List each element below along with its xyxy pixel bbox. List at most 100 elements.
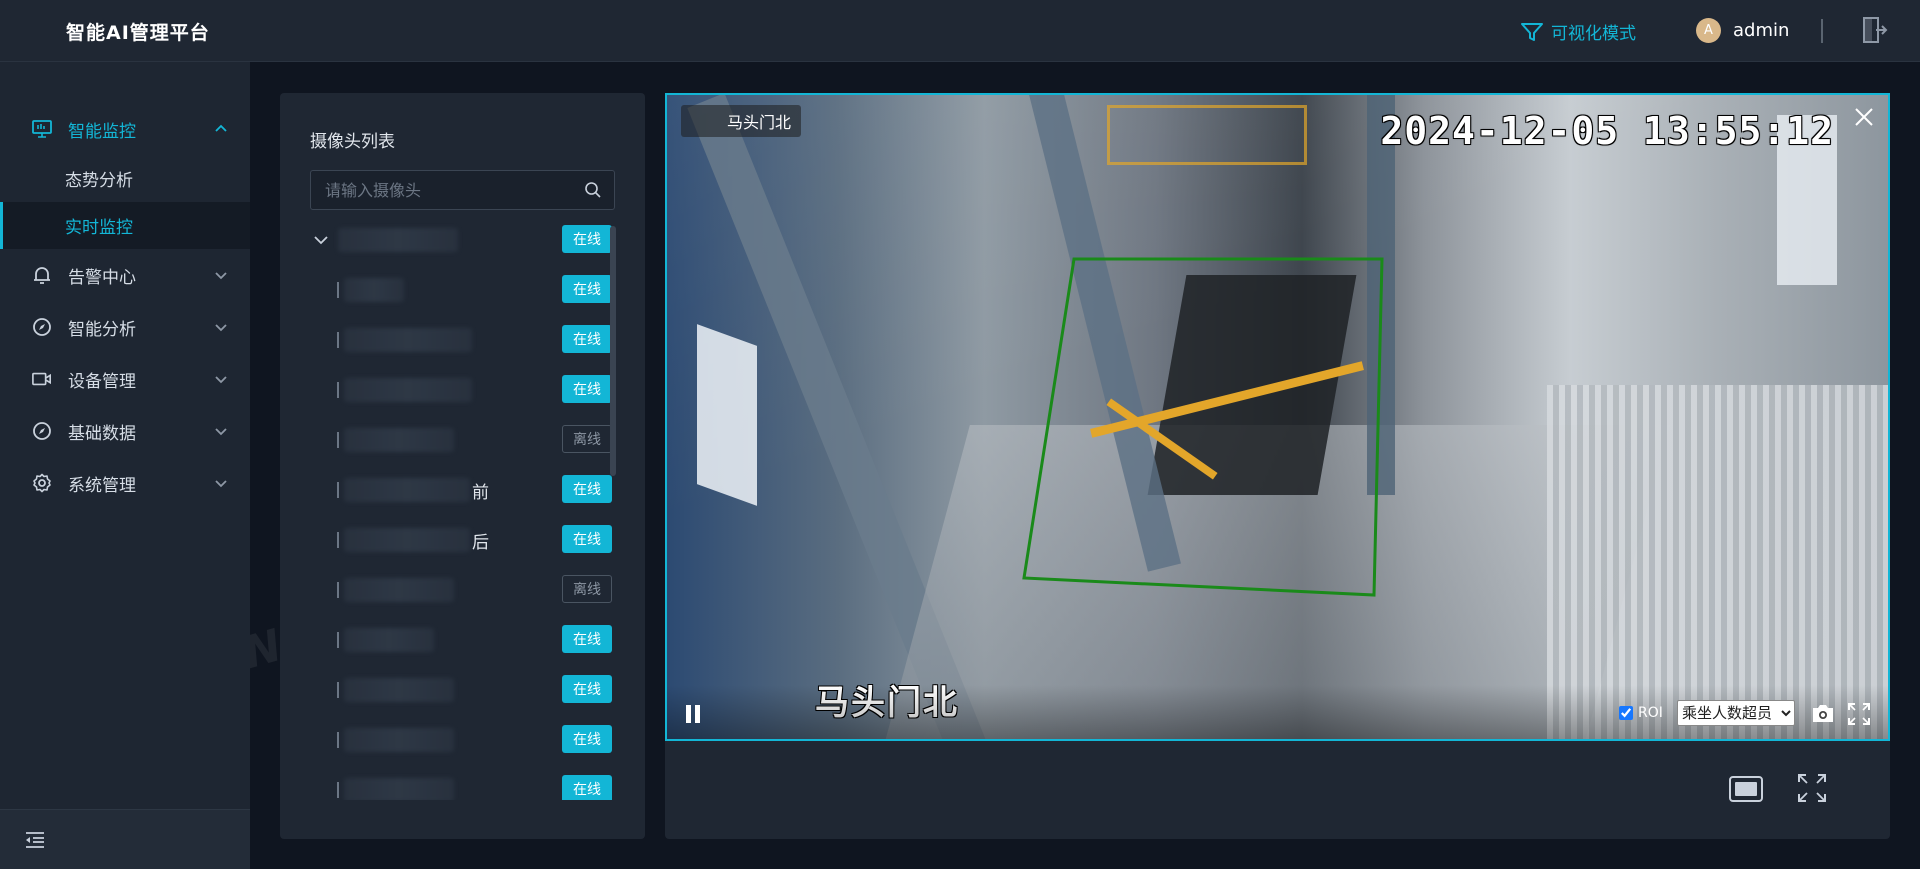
pause-icon[interactable] [685,704,701,724]
logout-icon[interactable] [1862,16,1888,44]
camera-name-blurred [344,728,454,752]
camera-search [310,170,615,210]
gear-icon [32,473,52,493]
visualization-mode-button[interactable]: 可视化模式 [1521,19,1636,44]
status-badge: 在线 [562,275,612,303]
chevron-down-icon [215,428,227,436]
status-badge: 在线 [562,775,612,800]
nav-device-management[interactable]: 设备管理 [0,353,250,405]
collapse-menu-icon[interactable] [24,830,46,850]
camera-name-blurred [344,578,454,602]
camera-list-panel: 摄像头列表 在线 在线 在线 在线 离线 [280,93,645,839]
header-divider [1821,19,1823,43]
sidebar-footer [0,809,250,869]
camera-row[interactable]: 在线 [310,672,620,722]
chevron-down-icon [215,272,227,280]
nav-situation-analysis[interactable]: 态势分析 [0,155,250,202]
tree-line [337,482,339,498]
roi-label: ROI [1638,705,1663,721]
status-badge: 在线 [562,475,612,503]
tree-line [337,782,339,798]
camera-name-blurred [344,328,472,352]
roi-toggle[interactable]: ROI [1619,705,1663,721]
app-title: 智能AI管理平台 [66,22,210,44]
camera-row[interactable]: 在线 [310,322,620,372]
nav-system-management[interactable]: 系统管理 [0,457,250,509]
status-badge: 离线 [562,575,612,603]
tree-root-row[interactable]: 在线 [310,222,620,272]
chevron-down-icon [215,480,227,488]
camera-row[interactable]: 离线 [310,572,620,622]
camera-name-blurred [344,778,454,800]
video-timestamp: 2024-12-05 13:55:12 [1380,109,1834,153]
compass-icon [32,317,52,337]
camera-name-blurred [344,428,454,452]
video-camera-icon [32,369,52,389]
nav-label: 系统管理 [68,475,136,496]
compass-icon [32,421,52,441]
chevron-up-icon [215,124,227,132]
camera-label: 马头门北 [681,105,802,137]
nav-alarm-center[interactable]: 告警中心 [0,249,250,301]
camera-row[interactable]: 前 在线 [310,472,620,522]
camera-snapshot-icon[interactable] [1811,702,1835,724]
visualization-mode-label: 可视化模式 [1551,24,1636,44]
close-icon[interactable] [1854,107,1874,127]
nav-label: 态势分析 [65,171,133,191]
fullscreen-icon[interactable] [1847,702,1871,726]
tree-line [337,332,339,348]
nav-label: 实时监控 [65,218,133,238]
chevron-down-icon [215,376,227,384]
bell-icon [32,265,52,285]
sidebar: 智能监控 态势分析 实时监控 告警中心 智能分析 设备管理 基础数据 系统管理 [0,62,250,869]
nav-realtime-monitoring[interactable]: 实时监控 [0,202,250,249]
camera-row[interactable]: 离线 [310,422,620,472]
video-controls: ROI 乘坐人数超员 [667,685,1888,739]
roi-checkbox[interactable] [1619,706,1633,720]
avatar: A [1696,18,1721,43]
tree-line [337,532,339,548]
single-screen-layout-icon[interactable] [1728,775,1764,803]
camera-name-blurred [344,378,472,402]
camera-search-input[interactable] [325,171,575,209]
nav-label: 智能分析 [68,319,136,340]
camera-row[interactable]: 在线 [310,722,620,772]
camera-name-suffix: 前 [472,483,489,503]
tree-line [337,682,339,698]
camera-name-blurred [344,528,470,552]
nav-label: 基础数据 [68,423,136,444]
camera-name-blurred [344,278,404,302]
status-badge: 在线 [562,675,612,703]
status-badge: 在线 [562,525,612,553]
roi-region [1022,257,1384,597]
status-badge: 在线 [562,375,612,403]
status-badge: 离线 [562,425,612,453]
nav-smart-monitoring[interactable]: 智能监控 [0,103,250,155]
nav-basic-data[interactable]: 基础数据 [0,405,250,457]
video-player[interactable]: 马头门北 2024-12-05 13:55:12 马头门北 ROI 乘坐人数超员 [665,93,1890,741]
camera-tree: 在线 在线 在线 在线 离线 前 在线 后 在线 离线 在线 在线 在线 在线 [310,222,620,800]
camera-row[interactable]: 在线 [310,622,620,672]
nav-label: 智能监控 [68,121,136,142]
algorithm-select[interactable]: 乘坐人数超员 [1677,700,1795,726]
camera-name-blurred [344,478,470,502]
camera-row[interactable]: 后 在线 [310,522,620,572]
camera-name-suffix: 后 [472,533,489,553]
user-menu[interactable]: A admin [1696,18,1789,43]
username: admin [1733,20,1790,41]
camera-row[interactable]: 在线 [310,372,620,422]
filter-icon [1521,22,1543,41]
status-badge: 在线 [562,725,612,753]
camera-row[interactable]: 在线 [310,772,620,800]
camera-list-scrollbar[interactable] [610,226,616,476]
camera-name-blurred [344,628,434,652]
search-icon[interactable] [584,181,602,199]
camera-row[interactable]: 在线 [310,272,620,322]
tree-line [337,582,339,598]
nav-label: 告警中心 [68,267,136,288]
nav-smart-analysis[interactable]: 智能分析 [0,301,250,353]
chevron-down-icon[interactable] [313,232,329,248]
expand-arrows-icon[interactable] [1796,772,1828,804]
monitor-icon [32,119,52,139]
tree-line [337,382,339,398]
